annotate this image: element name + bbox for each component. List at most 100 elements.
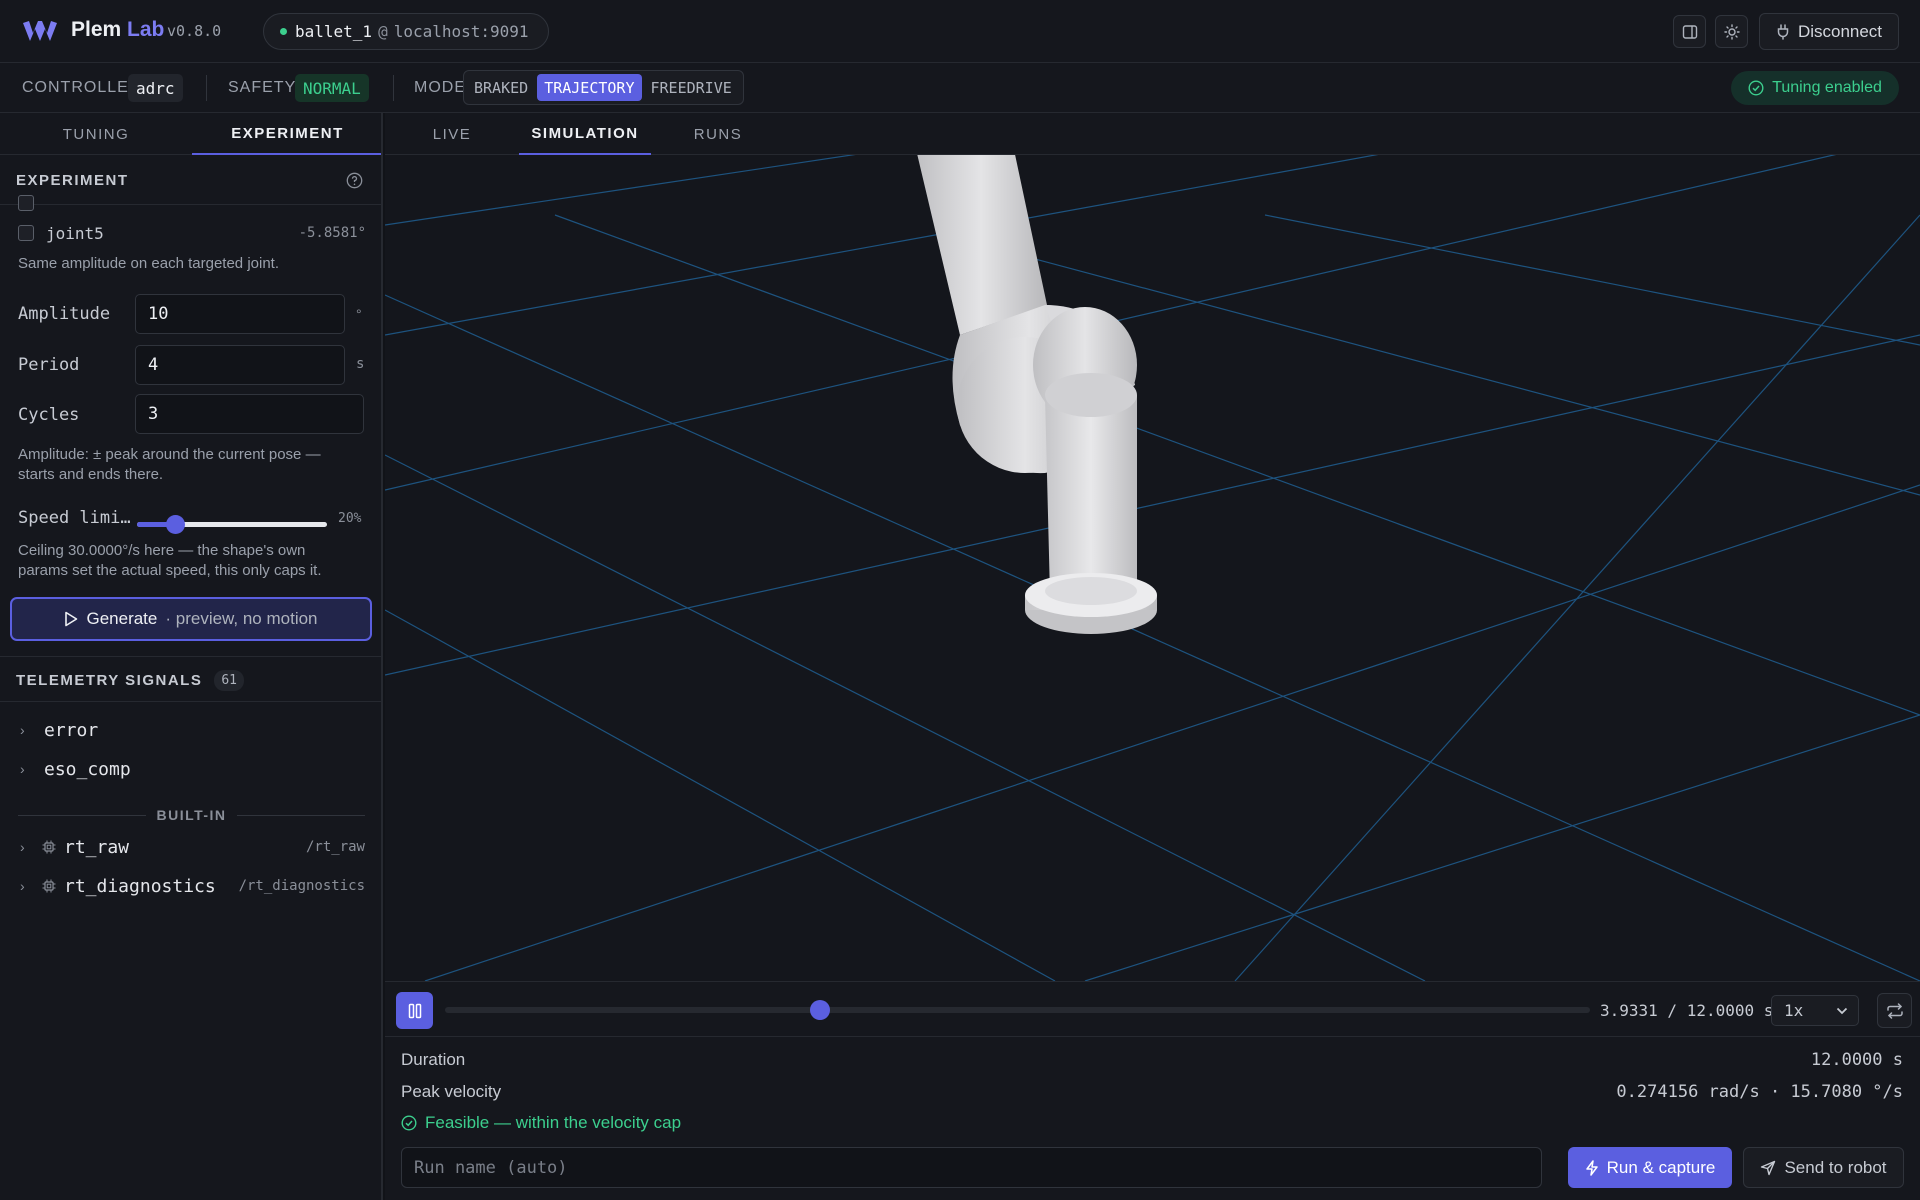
disconnect-label: Disconnect [1797,21,1883,41]
feasibility-status: Feasible — within the velocity cap [401,1113,681,1133]
joint-checkbox[interactable] [18,225,34,241]
chevron-right-icon: › [20,878,25,894]
speed-slider-thumb[interactable] [166,515,185,534]
tab-runs[interactable]: RUNS [673,113,763,155]
send-icon [1761,1160,1776,1175]
help-circle-icon[interactable] [346,172,363,189]
disconnect-button[interactable]: Disconnect [1759,13,1899,50]
loop-button[interactable] [1877,993,1912,1028]
simulation-viewport[interactable] [385,155,1920,981]
speed-limit-slider[interactable] [137,514,327,534]
mode-selector: BRAKED TRAJECTORY FREEDRIVE [463,70,744,105]
joint-row[interactable]: joint5 -5.8581° [18,222,366,244]
signal-group-name: rt_raw [64,836,130,858]
check-circle-icon [1748,80,1764,96]
amplitude-input[interactable]: 10 [135,294,345,334]
duration-value: 12.0000 s [1810,1050,1903,1070]
playback-speed-select[interactable]: 1x [1771,995,1859,1026]
playback-speed-value: 1x [1784,1001,1804,1020]
tuning-enabled-badge: Tuning enabled [1731,71,1899,105]
connection-pill[interactable]: ballet_1 @ localhost:9091 [263,13,549,50]
app-version: v0.8.0 [167,22,222,40]
signal-group-error[interactable]: › error [20,717,365,743]
chip-icon [42,879,56,893]
chip-icon [42,840,56,854]
left-panel-tabs: TUNING EXPERIMENT [0,113,381,155]
joint-checkbox[interactable] [18,195,34,211]
check-circle-icon [401,1115,417,1131]
mode-braked[interactable]: BRAKED [467,74,535,101]
toggle-sidebar-button[interactable] [1673,15,1706,48]
sun-icon [1723,23,1740,40]
run-capture-button[interactable]: Run & capture [1568,1147,1732,1188]
status-bar: CONTROLLER adrc SAFETY NORMAL MODE BRAKE… [0,63,1920,113]
main-tabs: LIVE SIMULATION RUNS [385,113,1920,155]
generate-button[interactable]: Generate · preview, no motion [10,597,372,641]
signal-group-path: /rt_diagnostics [238,878,365,894]
time-readout: 3.9331 / 12.0000 s [1600,1001,1774,1020]
send-to-robot-button[interactable]: Send to robot [1743,1147,1904,1188]
robot-3d-scene [385,155,1920,981]
cycles-label: Cycles [18,405,80,425]
chevron-right-icon: › [20,722,25,738]
experiment-title: EXPERIMENT [16,172,129,189]
chevron-down-icon [1836,1007,1848,1015]
signal-group-eso-comp[interactable]: › eso_comp [20,756,365,782]
builtin-divider: BUILT-IN [18,805,366,825]
tab-tuning[interactable]: TUNING [0,113,192,155]
speed-limit-value: 20% [338,511,362,526]
amplitude-unit: ° [356,306,362,322]
tab-experiment[interactable]: EXPERIMENT [192,113,381,155]
tab-live[interactable]: LIVE [407,113,497,155]
joint-value: -5.8581° [298,225,366,241]
timeline-thumb[interactable] [810,1000,831,1020]
connection-at: @ [378,22,388,41]
amplitude-label: Amplitude [18,304,111,324]
chevron-right-icon: › [20,839,25,855]
run-name-input[interactable]: Run name (auto) [401,1147,1542,1188]
mode-trajectory[interactable]: TRAJECTORY [537,74,642,101]
theme-toggle-button[interactable] [1715,15,1748,48]
pause-button[interactable] [396,992,433,1029]
controller-value: adrc [128,74,183,102]
safety-label: SAFETY [228,79,297,96]
app-name: Plem Lab [71,18,165,41]
period-label: Period [18,355,80,375]
timeline-track[interactable] [445,1007,1590,1013]
telemetry-header: TELEMETRY SIGNALS 61 [16,670,245,691]
plem-logo-icon [23,21,57,41]
lightning-icon [1585,1159,1598,1176]
tab-simulation[interactable]: SIMULATION [519,113,651,155]
signal-group-rt-raw[interactable]: › rt_raw /rt_raw [20,834,365,860]
left-panel: TUNING EXPERIMENT EXPERIMENT joint5 -5.8… [0,113,383,1200]
amplitude-note: Same amplitude on each targeted joint. [18,255,279,272]
run-capture-label: Run & capture [1606,1157,1716,1177]
top-bar: Plem Lab v0.8.0 ballet_1 @ localhost:909… [0,0,1920,63]
duration-label: Duration [401,1050,466,1069]
mode-freedrive[interactable]: FREEDRIVE [644,74,739,101]
signal-group-path: /rt_raw [305,839,365,855]
playback-bar: 3.9331 / 12.0000 s 1x [385,981,1920,1037]
peak-velocity-label: Peak velocity [401,1082,502,1101]
feasibility-text: Feasible — within the velocity cap [425,1113,682,1132]
joint-name: joint5 [46,223,104,243]
signal-group-name: eso_comp [44,758,131,780]
signal-group-name: error [44,719,99,741]
connection-status-dot [280,28,287,35]
play-icon [65,611,78,627]
experiment-header: EXPERIMENT [0,155,381,205]
signal-group-rt-diagnostics[interactable]: › rt_diagnostics /rt_diagnostics [20,873,365,899]
safety-status-badge: NORMAL [295,74,369,102]
connection-name: ballet_1 [295,22,373,41]
trajectory-summary: Duration 12.0000 s Peak velocity 0.27415… [385,1037,1920,1200]
telemetry-count-badge: 61 [214,670,245,691]
chevron-right-icon: › [20,761,25,777]
divider [393,75,394,101]
repeat-icon [1886,1002,1903,1019]
robot-arm [917,155,1157,634]
floor-grid [385,155,1920,981]
controller-label: CONTROLLER [22,79,142,96]
cycles-input[interactable]: 3 [135,394,364,434]
period-input[interactable]: 4 [135,345,345,385]
amplitude-help: Amplitude: ± peak around the current pos… [18,446,321,483]
